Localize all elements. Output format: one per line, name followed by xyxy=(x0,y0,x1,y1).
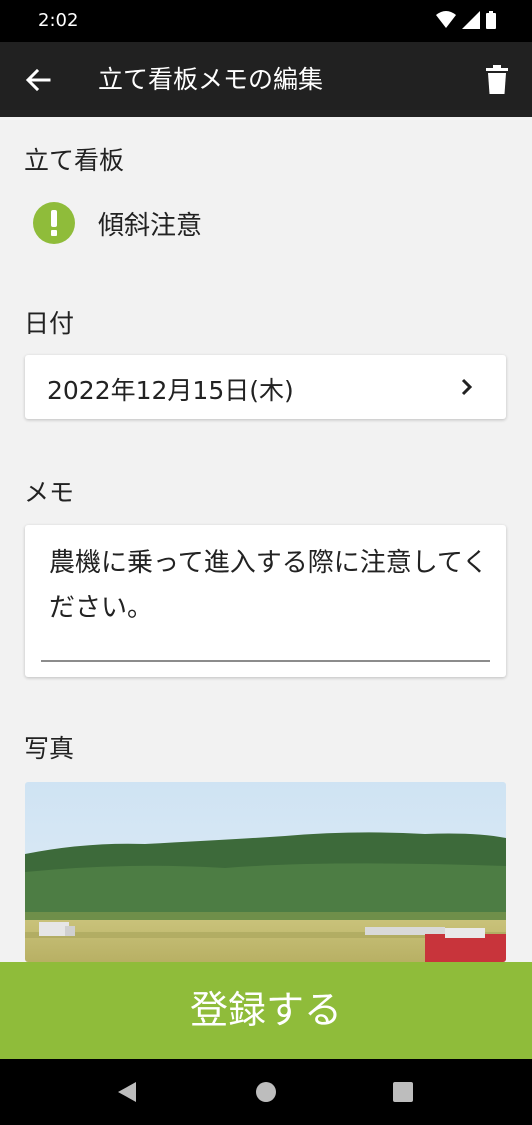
field-photo-image xyxy=(25,782,506,962)
date-value: 2022年12月15日(木) xyxy=(47,376,294,405)
status-time: 2:02 xyxy=(38,10,79,31)
memo-field[interactable]: 農機に乗って進入する際に注意してください。 xyxy=(25,525,506,677)
system-nav-bar xyxy=(0,1059,532,1125)
status-icons xyxy=(436,11,496,29)
chevron-right-icon xyxy=(461,378,473,396)
sign-section-label: 立て看板 xyxy=(24,146,125,175)
battery-icon xyxy=(486,11,496,29)
sign-item[interactable]: 傾斜注意 xyxy=(32,200,202,246)
photo-section-label: 写真 xyxy=(24,734,75,763)
sign-name: 傾斜注意 xyxy=(98,210,203,241)
signal-icon xyxy=(462,11,480,29)
app-bar: 立て看板メモの編集 xyxy=(0,42,532,117)
register-button[interactable]: 登録する xyxy=(0,962,532,1059)
nav-recents-icon[interactable] xyxy=(393,1082,413,1102)
nav-home-icon[interactable] xyxy=(255,1081,277,1103)
nav-back-icon[interactable] xyxy=(116,1081,138,1103)
photo[interactable] xyxy=(25,782,506,962)
status-bar: 2:02 xyxy=(0,0,532,42)
trash-icon[interactable] xyxy=(482,64,512,96)
date-picker[interactable]: 2022年12月15日(木) xyxy=(25,355,506,419)
wifi-icon xyxy=(436,11,456,28)
memo-text[interactable]: 農機に乗って進入する際に注意してください。 xyxy=(49,541,489,631)
memo-underline xyxy=(41,660,490,662)
back-arrow-icon[interactable] xyxy=(22,64,54,96)
memo-section-label: メモ xyxy=(24,478,75,507)
page-title: 立て看板メモの編集 xyxy=(98,65,324,94)
date-section-label: 日付 xyxy=(24,309,75,338)
alert-icon xyxy=(33,202,75,244)
